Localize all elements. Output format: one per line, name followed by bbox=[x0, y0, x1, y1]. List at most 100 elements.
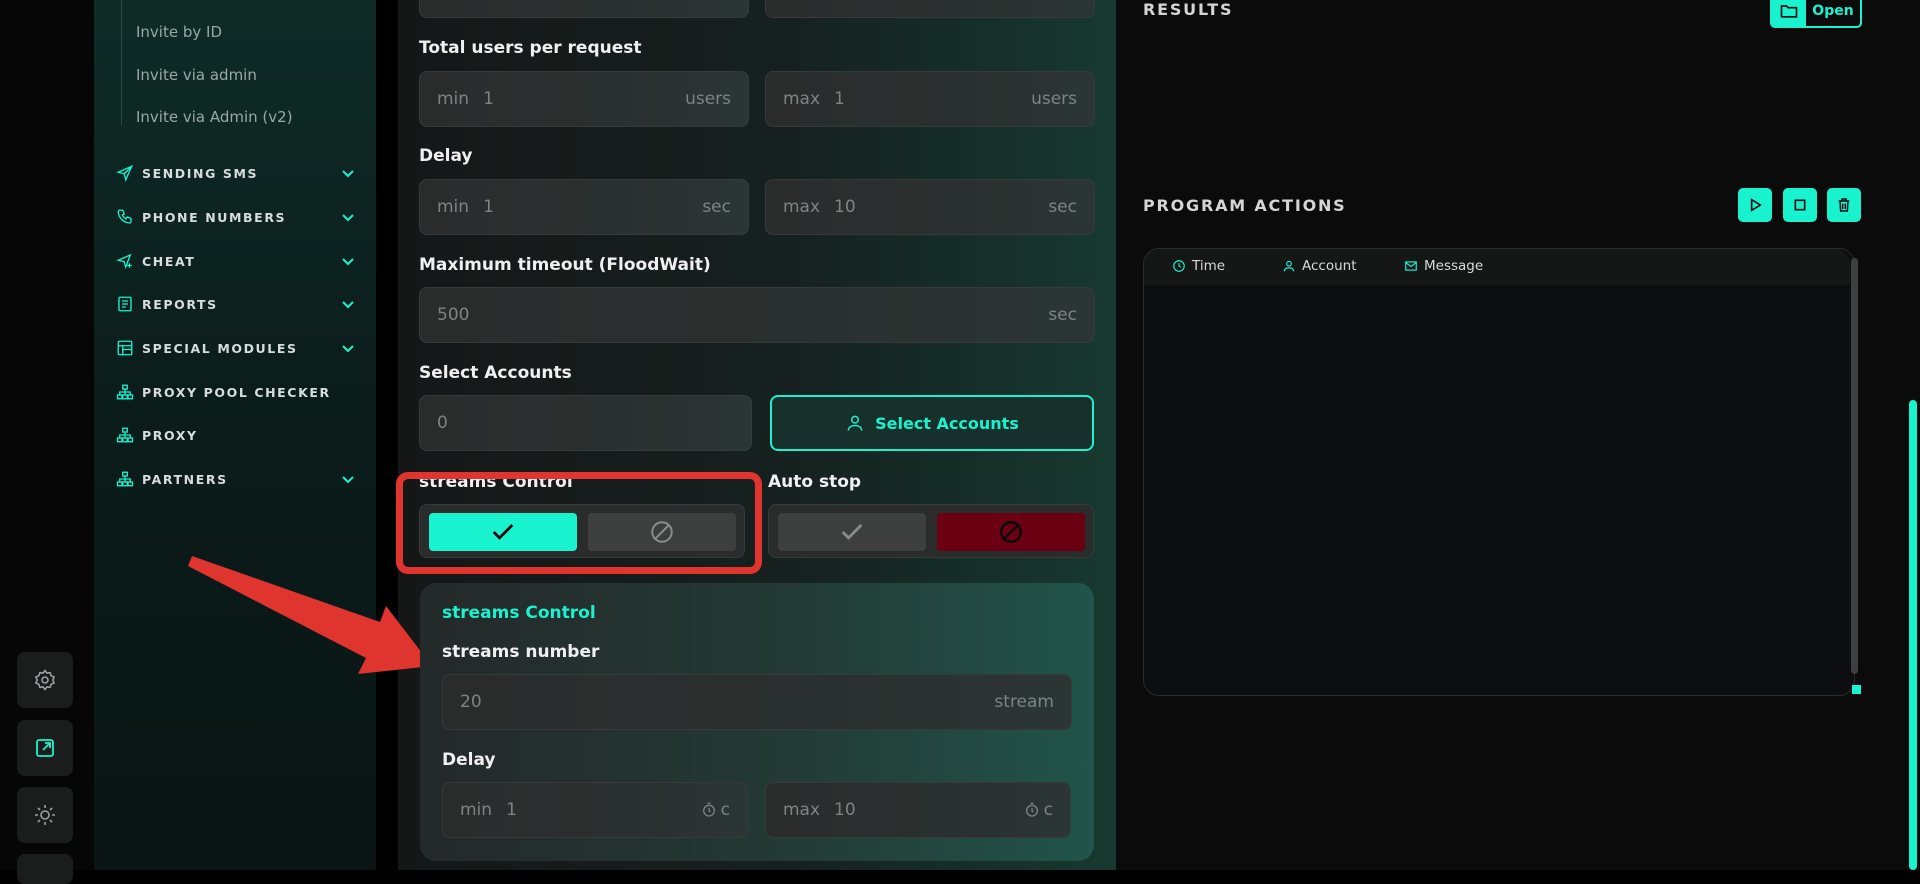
sidebar-item-sending-sms[interactable]: SENDING SMS bbox=[116, 161, 356, 185]
sidebar-item-reports[interactable]: REPORTS bbox=[116, 292, 356, 316]
auto-stop-label: Auto stop bbox=[768, 472, 862, 492]
column-message-label: Message bbox=[1424, 258, 1484, 274]
min-prefix: min bbox=[437, 89, 470, 109]
folder-icon bbox=[1780, 5, 1798, 18]
program-actions-title: PROGRAM ACTIONS bbox=[1143, 196, 1347, 215]
previous-min-field[interactable] bbox=[419, 0, 749, 18]
user-icon bbox=[847, 415, 863, 431]
select-accounts-button[interactable]: Select Accounts bbox=[770, 395, 1094, 451]
open-external-button[interactable] bbox=[17, 720, 73, 776]
resize-handle[interactable] bbox=[1852, 685, 1861, 694]
streams-number-input[interactable]: 20 stream bbox=[442, 674, 1072, 730]
mail-icon bbox=[1405, 261, 1417, 271]
unit-suffix: c bbox=[1043, 800, 1053, 820]
max-value: 10 bbox=[834, 800, 856, 820]
check-icon bbox=[841, 524, 863, 540]
users-suffix: users bbox=[1031, 89, 1077, 109]
clock-icon bbox=[1173, 260, 1185, 272]
streams-number-value: 20 bbox=[460, 692, 482, 712]
sec-suffix: sec bbox=[1048, 305, 1077, 325]
sidebar-item-partners[interactable]: PARTNERS bbox=[116, 467, 356, 491]
users-suffix: users bbox=[685, 89, 731, 109]
log-scrollbar[interactable] bbox=[1851, 258, 1858, 674]
sidebar-item-label: REPORTS bbox=[142, 296, 218, 312]
action-log-header bbox=[1144, 249, 1850, 285]
results-title: RESULTS bbox=[1143, 0, 1234, 19]
unit-suffix: c bbox=[720, 800, 730, 820]
sidebar-subitem-invite-via-admin[interactable]: Invite via admin bbox=[136, 66, 257, 84]
open-external-icon bbox=[36, 739, 54, 757]
column-message[interactable]: Message bbox=[1404, 258, 1483, 274]
total-users-label: Total users per request bbox=[419, 38, 642, 58]
chevron-down-icon bbox=[342, 258, 354, 266]
chevron-down-icon bbox=[342, 476, 354, 484]
play-button[interactable] bbox=[1738, 188, 1772, 222]
max-prefix: max bbox=[783, 197, 821, 217]
sidebar-item-label: SPECIAL MODULES bbox=[142, 340, 298, 356]
delay-max-input[interactable]: max 10 sec bbox=[765, 179, 1095, 235]
send-plus-icon bbox=[116, 252, 134, 270]
chevron-down-icon bbox=[342, 301, 354, 309]
open-results-button[interactable]: Open bbox=[1770, 0, 1862, 28]
timer-icon bbox=[1025, 802, 1038, 817]
streams-delay-min-input[interactable]: min 1 c bbox=[442, 782, 748, 838]
sidebar-item-special-modules[interactable]: SPECIAL MODULES bbox=[116, 336, 356, 360]
sidebar-item-cheat[interactable]: CHEAT bbox=[116, 249, 356, 273]
open-button-label: Open bbox=[1812, 3, 1854, 19]
sidebar-subitem-invite-by-id[interactable]: Invite by ID bbox=[136, 23, 222, 41]
auto-stop-off-button[interactable] bbox=[937, 513, 1085, 551]
sidebar-item-proxy[interactable]: PROXY bbox=[116, 423, 356, 447]
sidebar-subitem-invite-via-admin-v2[interactable]: Invite via Admin (v2) bbox=[136, 108, 293, 126]
timeout-label: Maximum timeout (FloodWait) bbox=[419, 255, 711, 275]
total-users-min-input[interactable]: min 1 users bbox=[419, 71, 749, 127]
max-value: 10 bbox=[834, 197, 856, 217]
annotation-highlight-box bbox=[396, 472, 762, 574]
total-users-max-input[interactable]: max 1 users bbox=[765, 71, 1095, 127]
icon-rail bbox=[0, 0, 94, 884]
sidebar-item-label: PROXY bbox=[142, 427, 198, 443]
phone-icon bbox=[116, 208, 134, 226]
chevron-down-icon bbox=[342, 345, 354, 353]
streams-delay-max-input[interactable]: max 10 c bbox=[765, 782, 1071, 838]
annotation-arrow bbox=[188, 556, 432, 674]
max-prefix: max bbox=[783, 89, 821, 109]
rail-extra-button[interactable] bbox=[17, 854, 73, 884]
column-account-label: Account bbox=[1302, 258, 1357, 274]
select-accounts-label: Select Accounts bbox=[419, 363, 572, 383]
clear-button[interactable] bbox=[1827, 188, 1861, 222]
accounts-count-input[interactable]: 0 bbox=[419, 395, 752, 451]
min-prefix: min bbox=[460, 800, 493, 820]
timeout-value: 500 bbox=[437, 305, 470, 325]
page-scrollbar-thumb[interactable] bbox=[1909, 400, 1917, 870]
network-icon bbox=[116, 383, 134, 401]
user-icon bbox=[1283, 260, 1295, 272]
column-account[interactable]: Account bbox=[1282, 258, 1357, 274]
theme-toggle-button[interactable] bbox=[17, 787, 73, 843]
timer-icon bbox=[702, 802, 715, 817]
sidebar-item-label: PHONE NUMBERS bbox=[142, 209, 287, 225]
stop-icon bbox=[1794, 199, 1806, 211]
delay-min-input[interactable]: min 1 sec bbox=[419, 179, 749, 235]
auto-stop-on-button[interactable] bbox=[778, 513, 926, 551]
sidebar-item-proxy-pool-checker[interactable]: PROXY POOL CHECKER bbox=[116, 380, 356, 404]
settings-button[interactable] bbox=[17, 652, 73, 708]
previous-max-field[interactable] bbox=[765, 0, 1095, 18]
send-icon bbox=[116, 164, 134, 182]
sidebar-item-phone-numbers[interactable]: PHONE NUMBERS bbox=[116, 205, 356, 229]
stop-button[interactable] bbox=[1783, 188, 1817, 222]
streams-panel-title: streams Control bbox=[442, 603, 596, 623]
max-prefix: max bbox=[783, 800, 821, 820]
table-icon bbox=[116, 339, 134, 357]
column-time-label: Time bbox=[1192, 258, 1226, 274]
network-icon bbox=[116, 426, 134, 444]
report-icon bbox=[116, 295, 134, 313]
delay-label: Delay bbox=[419, 146, 473, 166]
min-value: 1 bbox=[483, 197, 494, 217]
submenu-line bbox=[121, 0, 122, 125]
column-time[interactable]: Time bbox=[1172, 258, 1225, 274]
timeout-input[interactable]: 500 sec bbox=[419, 287, 1095, 343]
accounts-count-value: 0 bbox=[437, 413, 448, 433]
play-icon bbox=[1750, 198, 1762, 212]
sidebar-item-label: PARTNERS bbox=[142, 471, 228, 487]
trash-icon bbox=[1838, 198, 1850, 212]
